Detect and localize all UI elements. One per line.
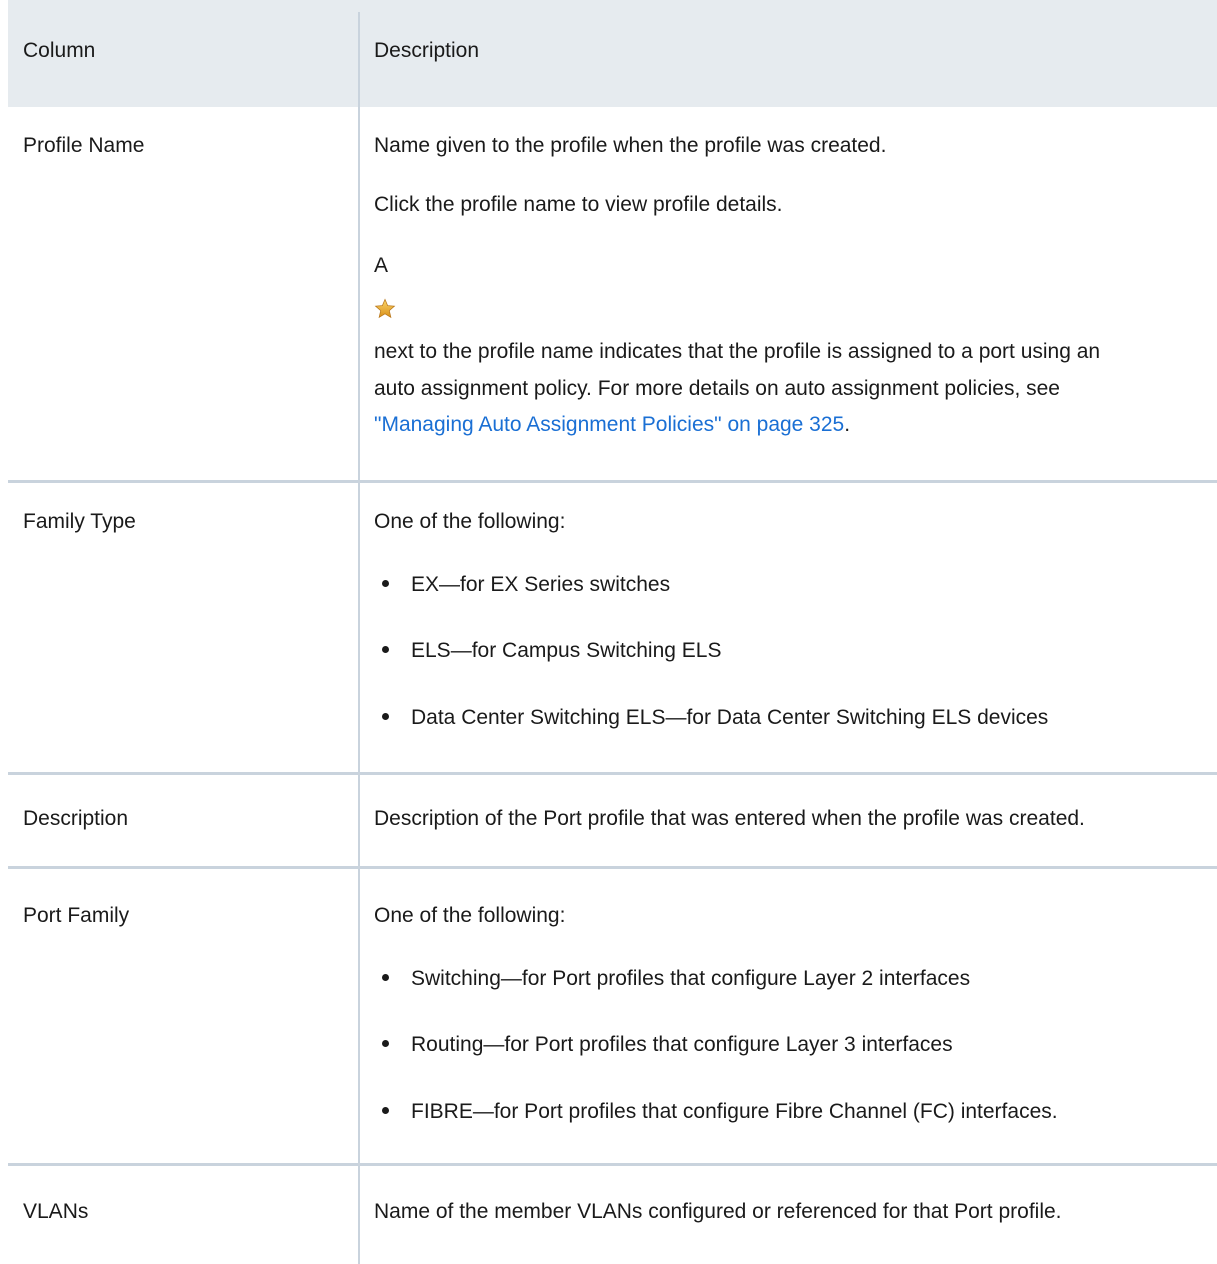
row-vlans-label: VLANs bbox=[23, 1200, 89, 1223]
list-item: FIBRE—for Port profiles that configure F… bbox=[374, 1097, 1058, 1127]
row-profile-name-desc-prefix: A bbox=[374, 254, 389, 277]
period: . bbox=[844, 413, 851, 436]
list-item: ELS—for Campus Switching ELS bbox=[374, 636, 721, 666]
row-profile-name-desc-line1: next to the profile name indicates that … bbox=[374, 340, 1101, 363]
row-profile-name-desc-2: Click the profile name to view profile d… bbox=[374, 193, 783, 216]
bullet-icon bbox=[382, 645, 389, 653]
row-port-family-label: Port Family bbox=[23, 904, 130, 927]
header-column: Column bbox=[23, 39, 96, 62]
row-port-family-intro: One of the following: bbox=[374, 904, 566, 927]
row-profile-name-label: Profile Name bbox=[23, 134, 145, 157]
list-item: Data Center Switching ELS—for Data Cente… bbox=[374, 703, 1048, 733]
bullet-icon bbox=[382, 579, 389, 587]
row-description-desc: Description of the Port profile that was… bbox=[374, 807, 1085, 830]
star-icon bbox=[374, 298, 396, 319]
row-description-label: Description bbox=[23, 807, 129, 830]
row-family-type-label: Family Type bbox=[23, 510, 136, 533]
header-description: Description bbox=[374, 39, 480, 62]
bullet-icon bbox=[382, 1039, 389, 1047]
list-item: EX—for EX Series switches bbox=[374, 570, 670, 600]
list-item: Routing—for Port profiles that configure… bbox=[374, 1030, 953, 1060]
row-separator bbox=[8, 866, 1217, 869]
column-description-table: Column Description Profile Name Name giv… bbox=[0, 0, 1217, 1264]
row-separator bbox=[8, 480, 1217, 483]
row-profile-name-desc-line3: "Managing Auto Assignment Policies" on p… bbox=[374, 410, 1194, 440]
row-separator bbox=[8, 772, 1217, 775]
bullet-icon bbox=[382, 1106, 389, 1114]
row-profile-name-desc-1: Name given to the profile when the profi… bbox=[374, 134, 887, 157]
row-family-type-intro: One of the following: bbox=[374, 510, 566, 533]
list-item: Switching—for Port profiles that configu… bbox=[374, 964, 970, 994]
auto-assignment-policies-link[interactable]: "Managing Auto Assignment Policies" on p… bbox=[374, 413, 844, 436]
row-separator bbox=[8, 1163, 1217, 1166]
column-divider bbox=[358, 12, 360, 1264]
bullet-icon bbox=[382, 712, 389, 720]
row-vlans-desc: Name of the member VLANs configured or r… bbox=[374, 1200, 1062, 1223]
row-profile-name-desc-line2: auto assignment policy. For more details… bbox=[374, 377, 1060, 400]
bullet-icon bbox=[382, 973, 389, 981]
